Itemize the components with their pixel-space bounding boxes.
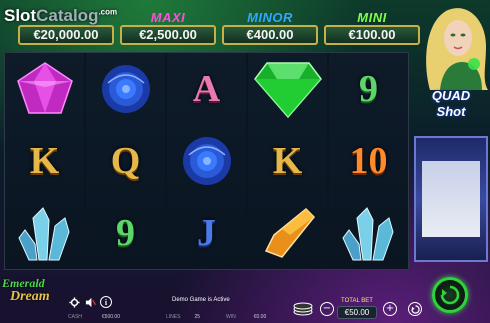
emerald-icon [248, 53, 327, 125]
king-card-icon: K [272, 140, 303, 182]
chips-icon[interactable] [292, 300, 314, 316]
blue-rose-icon [167, 125, 246, 197]
bet-increase-button[interactable]: + [383, 302, 397, 316]
status-message: Demo Game is Active [172, 297, 230, 303]
lines-label: LINES [165, 314, 181, 320]
jackpot-mini-name: MINI [357, 10, 387, 25]
total-bet-label: TOTAL BET [341, 298, 373, 304]
lines-value: 25 [194, 314, 200, 320]
jack-card-icon: J [197, 212, 216, 254]
info-row: CASH €500.00 LINES 25 WIN €0.00 [68, 314, 266, 320]
ten-card-icon: 10 [349, 140, 388, 182]
crystal-cluster-icon [329, 197, 408, 269]
crystal-cluster-icon [5, 197, 84, 269]
quad-shot-panel: QUAD Shot [412, 88, 490, 270]
bet-decrease-button[interactable]: − [320, 302, 334, 316]
total-bet: TOTAL BET €50.00 [337, 297, 377, 319]
total-bet-value: €50.00 [337, 306, 377, 319]
jackpot-minor-value: €400.00 [222, 25, 318, 45]
reel-1: K [5, 53, 84, 269]
cash-value: €500.00 [101, 314, 120, 320]
pink-diamond-icon [5, 53, 84, 125]
spin-icon [440, 285, 460, 305]
settings-icon[interactable] [68, 296, 80, 308]
jackpot-minor: MINOR €400.00 [222, 3, 318, 45]
jackpot-maxi: MAXI €2,500.00 [120, 3, 216, 45]
nine-card-icon: 9 [116, 212, 135, 254]
sound-icon[interactable] [84, 296, 96, 308]
win-value: €0.00 [253, 314, 267, 320]
jackpot-mini: MINI €100.00 [324, 3, 420, 45]
quad-shot-display [414, 136, 488, 262]
character-portrait [412, 0, 490, 90]
reel-grid: K Q 9 A J K 9 10 [4, 52, 409, 270]
info-icon[interactable]: i [100, 296, 112, 308]
amber-crystal-icon [248, 197, 327, 269]
jackpot-minor-name: MINOR [247, 10, 293, 25]
cash-label: CASH [68, 314, 82, 320]
quad-shot-logo: QUAD Shot [431, 88, 471, 119]
reel-4: K [248, 53, 327, 269]
queen-card-icon: Q [110, 140, 141, 182]
game-logo: Emerald Dream [2, 276, 50, 304]
reel-2: Q 9 [86, 53, 165, 269]
king-card-icon: K [29, 140, 60, 182]
jackpot-maxi-name: MAXI [150, 10, 186, 25]
jackpot-grand-value: €20,000.00 [18, 25, 114, 45]
spin-button[interactable] [432, 277, 468, 313]
reel-3: A J [167, 53, 246, 269]
control-bar: Emerald Dream i Demo Game is Active CASH… [0, 270, 490, 323]
watermark: SlotCatalog.com [4, 6, 118, 25]
blue-rose-icon [86, 53, 165, 125]
nine-card-icon: 9 [359, 68, 378, 110]
jackpot-maxi-value: €2,500.00 [120, 25, 216, 45]
ace-card-icon: A [192, 68, 221, 110]
win-label: WIN [226, 314, 236, 320]
autoplay-icon[interactable] [408, 302, 422, 316]
reel-5: 9 10 [329, 53, 408, 269]
jackpot-mini-value: €100.00 [324, 25, 420, 45]
